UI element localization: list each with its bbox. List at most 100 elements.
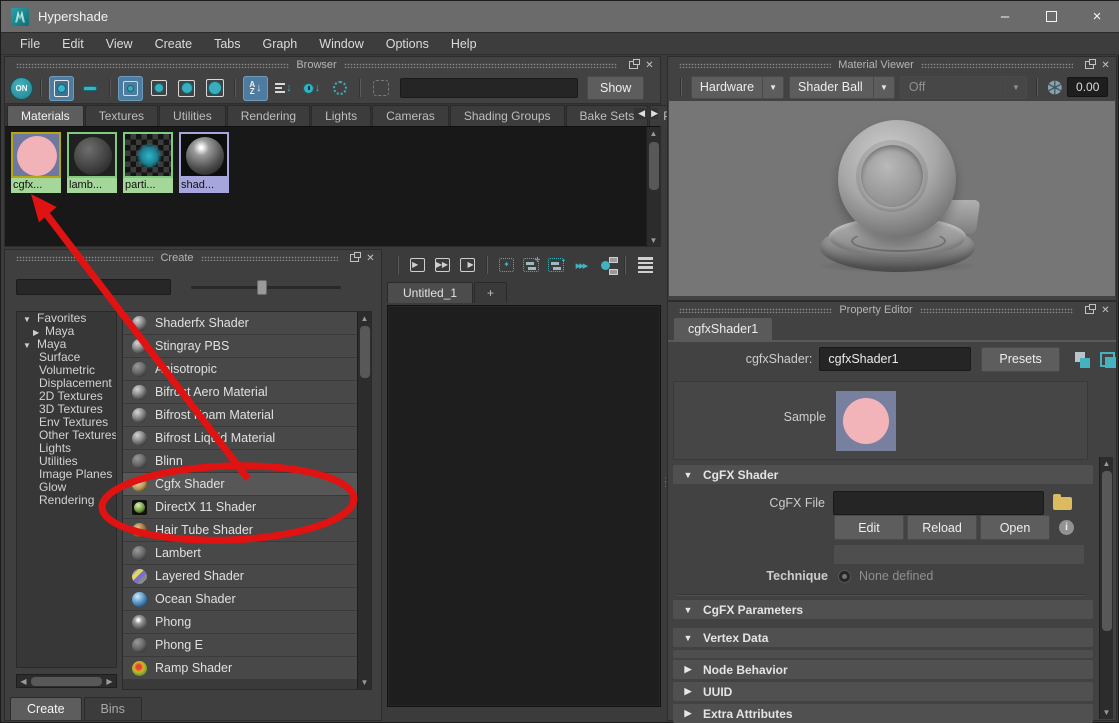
menu-graph[interactable]: Graph (252, 33, 309, 54)
reload-button[interactable]: Reload (907, 515, 977, 540)
shader-item-cgfx[interactable]: Cgfx Shader (123, 473, 371, 496)
folder-browse-icon[interactable] (1053, 497, 1072, 510)
open-button[interactable]: Open (980, 515, 1050, 540)
close-button[interactable]: × (1074, 1, 1119, 32)
scroll-left-icon[interactable]: ◀ (17, 677, 30, 686)
shader-node-list[interactable]: Shaderfx Shader Stingray PBS Anisotropic… (122, 311, 372, 690)
graph-output-connections-button[interactable]: ▶ (457, 254, 477, 276)
menu-help[interactable]: Help (440, 33, 488, 54)
swatch-particle[interactable]: parti... (123, 132, 173, 193)
swatch-size-xlarge-button[interactable] (202, 76, 227, 101)
property-editor-header[interactable]: Property Editor ✕ (668, 302, 1116, 318)
tab-utilities[interactable]: Utilities (159, 105, 226, 126)
swatch-shading-map[interactable]: shad... (179, 132, 229, 193)
minimize-button[interactable]: – (982, 1, 1028, 32)
menu-create[interactable]: Create (144, 33, 204, 54)
menu-tabs[interactable]: Tabs (203, 33, 251, 54)
create-panel-header[interactable]: Create ✕ (5, 250, 381, 266)
swatch-scrollbar[interactable]: ▲ ▼ (646, 127, 660, 247)
shader-item-shaderfx[interactable]: Shaderfx Shader (123, 312, 371, 335)
shader-item-bifrost-liquid[interactable]: Bifrost Liquid Material (123, 427, 371, 450)
section-uuid[interactable]: ▶ UUID (673, 682, 1093, 701)
show-hide-attributes-icon[interactable] (1074, 351, 1091, 368)
tab-scroll-right-icon[interactable]: ▶ (651, 108, 658, 119)
section-cgfx-parameters[interactable]: ▼ CgFX Parameters (673, 600, 1093, 619)
shader-item-ocean[interactable]: Ocean Shader (123, 588, 371, 611)
node-name-field[interactable] (819, 347, 971, 371)
close-panel-icon[interactable]: ✕ (364, 252, 377, 264)
section-node-behavior[interactable]: ▶ Node Behavior (673, 660, 1093, 679)
show-swatches-button[interactable] (49, 76, 74, 101)
cgfx-file-field[interactable] (833, 491, 1044, 515)
edit-button[interactable]: Edit (834, 515, 904, 540)
menu-view[interactable]: View (95, 33, 144, 54)
tab-cgfxshader1[interactable]: cgfxShader1 (674, 318, 772, 340)
material-viewport[interactable] (669, 101, 1115, 296)
tab-materials[interactable]: Materials (7, 105, 84, 126)
swatch-size-slider[interactable] (191, 286, 341, 289)
float-panel-icon[interactable] (627, 59, 640, 71)
scroll-right-icon[interactable]: ▶ (103, 677, 116, 686)
close-panel-icon[interactable]: ✕ (1099, 59, 1112, 71)
swatch-size-medium-button[interactable] (146, 76, 171, 101)
menu-window[interactable]: Window (308, 33, 374, 54)
section-cgfx-shader[interactable]: ▼ CgFX Shader (673, 465, 1093, 484)
graph-input-connections-button[interactable]: ▶ (408, 254, 428, 276)
shader-item-layered[interactable]: Layered Shader (123, 565, 371, 588)
graph-options-menu-button[interactable] (635, 254, 655, 276)
section-vertex-data[interactable]: ▼ Vertex Data (673, 628, 1093, 647)
tab-untitled-1[interactable]: Untitled_1 (387, 282, 473, 303)
scrollbar-thumb[interactable] (1102, 471, 1112, 631)
tab-scroll-left-icon[interactable]: ◀ (638, 108, 645, 119)
tab-bins[interactable]: Bins (84, 697, 142, 720)
shader-item-blinn[interactable]: Blinn (123, 450, 371, 473)
swatches-on-button[interactable]: ON (10, 77, 33, 100)
shader-item-stingray-pbs[interactable]: Stingray PBS (123, 335, 371, 358)
refresh-swatches-button[interactable] (327, 76, 352, 101)
tab-create[interactable]: Create (10, 697, 82, 720)
scrollbar-thumb[interactable] (649, 142, 659, 190)
material-viewer-header[interactable]: Material Viewer ✕ (668, 57, 1116, 73)
graph-input-output-connections-button[interactable]: ▶▶ (433, 254, 453, 276)
swatch-size-small-button[interactable] (118, 76, 143, 101)
list-view-button[interactable] (77, 76, 102, 101)
property-editor-scrollbar[interactable]: ▲ ▼ (1099, 457, 1113, 719)
presets-button[interactable]: Presets (981, 347, 1059, 372)
scroll-up-icon[interactable]: ▲ (1100, 457, 1113, 470)
shader-item-phong-e[interactable]: Phong E (123, 634, 371, 657)
shader-item-bifrost-foam[interactable]: Bifrost Foam Material (123, 404, 371, 427)
scroll-up-icon[interactable]: ▲ (647, 127, 660, 140)
sort-alphabetical-button[interactable]: AZ↓ (243, 76, 268, 101)
show-menu-button[interactable]: Show (587, 76, 644, 100)
shader-list-scrollbar[interactable]: ▲ ▼ (357, 312, 371, 689)
scrollbar-thumb[interactable] (360, 326, 370, 378)
slider-handle[interactable] (257, 280, 267, 295)
shader-item-ramp[interactable]: Ramp Shader (123, 657, 371, 680)
float-panel-icon[interactable] (1083, 304, 1096, 316)
sort-by-type-button[interactable]: ↓ (271, 76, 296, 101)
rearrange-graph-button[interactable] (596, 254, 616, 276)
tab-cameras[interactable]: Cameras (372, 105, 449, 126)
graph-materials-on-selected-button[interactable]: ▸▸▸ (571, 254, 591, 276)
menu-options[interactable]: Options (375, 33, 440, 54)
shader-item-lambert[interactable]: Lambert (123, 542, 371, 565)
browser-panel-header[interactable]: Browser ✕ (5, 57, 660, 73)
geometry-dropdown[interactable]: Shader Ball ▼ (789, 76, 895, 99)
shader-item-directx-11[interactable]: DirectX 11 Shader (123, 496, 371, 519)
swatch-cgfx[interactable]: cgfx... (11, 132, 61, 193)
maximize-button[interactable] (1028, 1, 1074, 32)
exposure-aperture-icon[interactable] (1047, 79, 1063, 96)
float-panel-icon[interactable] (348, 252, 361, 264)
exposure-field[interactable]: 0.00 (1067, 77, 1108, 97)
tree-horizontal-scrollbar[interactable]: ◀ ▶ (16, 674, 117, 688)
info-icon[interactable]: i (1059, 520, 1074, 535)
float-panel-icon[interactable] (1083, 59, 1096, 71)
filter-selection-button[interactable] (368, 76, 393, 101)
close-panel-icon[interactable]: ✕ (1099, 304, 1112, 316)
add-selected-to-graph-button[interactable]: + (522, 254, 542, 276)
scroll-down-icon[interactable]: ▼ (358, 676, 371, 689)
scroll-up-icon[interactable]: ▲ (358, 312, 371, 325)
sort-by-time-button[interactable]: ↓ (299, 76, 324, 101)
sample-swatch[interactable] (836, 391, 896, 451)
scrollbar-thumb[interactable] (31, 677, 102, 686)
